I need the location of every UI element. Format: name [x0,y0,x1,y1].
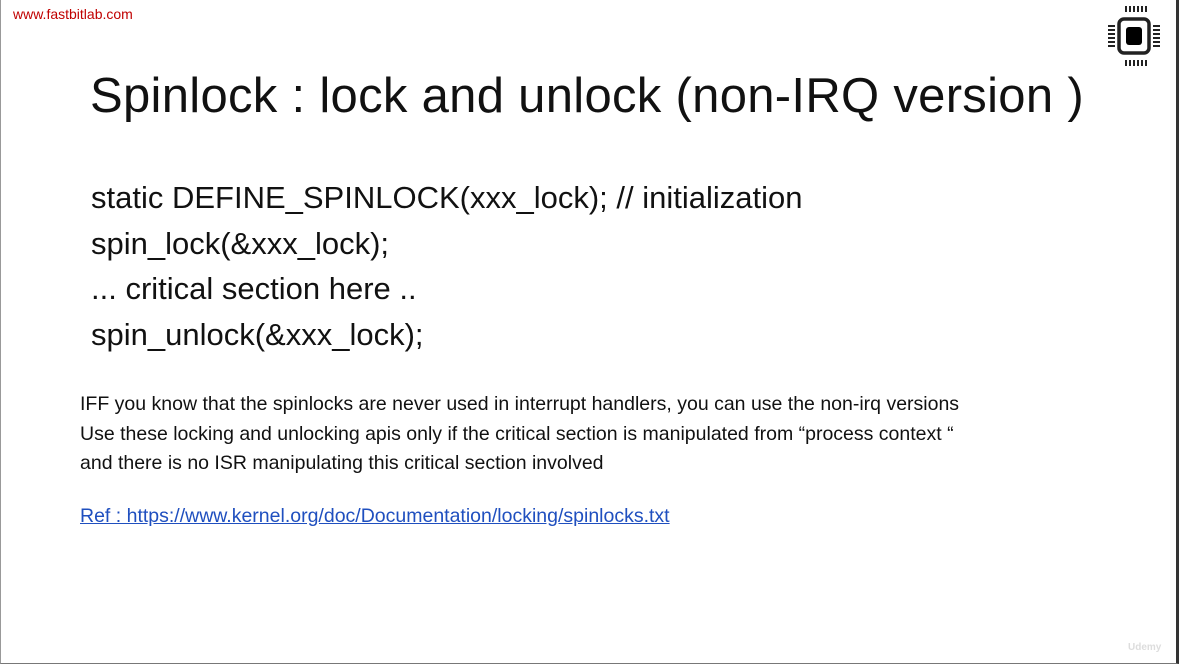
paragraph-line: IFF you know that the spinlocks are neve… [80,393,960,415]
slide-title: Spinlock : lock and unlock (non-IRQ vers… [90,69,1084,123]
microchip-icon [1108,6,1160,66]
reference-link[interactable]: Ref : https://www.kernel.org/doc/Documen… [80,505,670,528]
code-line: ... critical section here .. [91,271,417,306]
code-block: static DEFINE_SPINLOCK(xxx_lock); // ini… [91,175,803,357]
paragraph-line: Use these locking and unlocking apis onl… [80,422,954,445]
code-line: spin_unlock(&xxx_lock); [91,316,424,352]
paragraph-line: and there is no ISR manipulating this cr… [80,452,604,474]
site-url: www.fastbitlab.com [13,6,133,22]
explanation-paragraph: IFF you know that the spinlocks are neve… [80,390,959,479]
code-line: spin_lock(&xxx_lock); [91,225,390,261]
code-line: static DEFINE_SPINLOCK(xxx_lock); // ini… [91,180,803,215]
udemy-watermark: Udemy [1128,642,1162,653]
